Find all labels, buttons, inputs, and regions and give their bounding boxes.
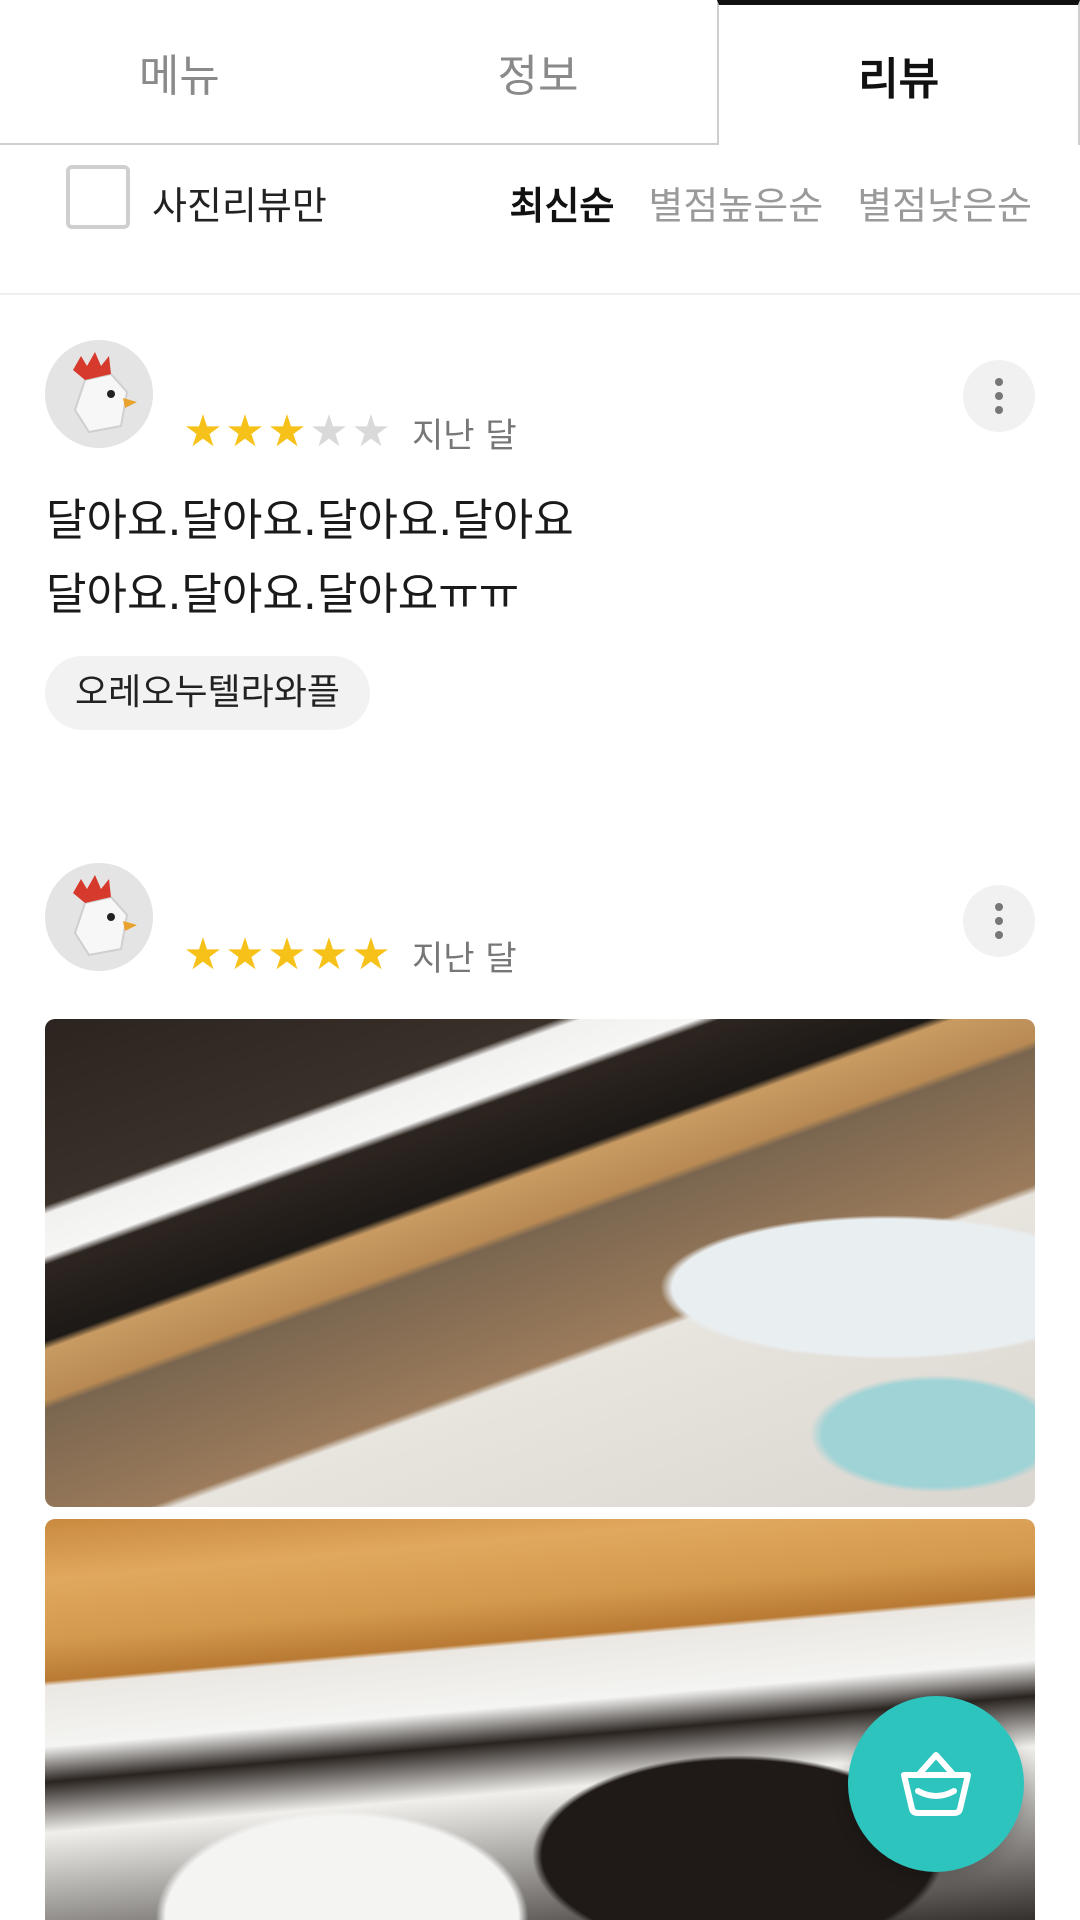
review-date: 지난 달 xyxy=(412,416,517,456)
star-icon: ★ xyxy=(267,929,307,980)
star-icon: ★ xyxy=(267,406,307,457)
star-icon: ★ xyxy=(225,406,265,457)
tab-bar: 메뉴 정보 리뷰 xyxy=(0,0,1080,145)
review-date: 지난 달 xyxy=(412,939,517,979)
more-options-button[interactable] xyxy=(963,885,1035,957)
shopping-basket-icon xyxy=(901,1752,971,1816)
sort-rating-high[interactable]: 별점높은순 xyxy=(648,175,823,230)
sort-latest[interactable]: 최신순 xyxy=(509,175,614,230)
review-text-line: 달아요.달아요.달아요.달아요 xyxy=(46,495,574,546)
star-icon: ★ xyxy=(351,929,391,980)
chicken-avatar-icon xyxy=(45,340,153,448)
photo-review-only-label[interactable]: 사진리뷰만 xyxy=(152,175,327,230)
dot-icon xyxy=(995,931,1003,939)
star-icon: ★ xyxy=(183,929,223,980)
dot-icon xyxy=(995,392,1003,400)
tab-menu[interactable]: 메뉴 xyxy=(0,0,359,145)
review-page: 메뉴 정보 리뷰 사진리뷰만 최신순 별점높은순 별점낮은순 ★ ★ ★ ★ ★… xyxy=(0,0,1080,1920)
dot-icon xyxy=(995,406,1003,414)
star-icon: ★ xyxy=(351,406,391,457)
star-rating: ★ ★ ★ ★ ★ xyxy=(182,410,392,454)
photo-review-only-checkbox[interactable] xyxy=(66,165,130,229)
review-photo[interactable] xyxy=(45,1019,1035,1507)
menu-tag[interactable]: 오레오누텔라와플 xyxy=(45,656,370,730)
star-icon: ★ xyxy=(225,929,265,980)
sort-rating-low[interactable]: 별점낮은순 xyxy=(857,175,1032,230)
review-filter-bar: 사진리뷰만 최신순 별점높은순 별점낮은순 xyxy=(0,145,1080,295)
cart-button[interactable] xyxy=(848,1696,1024,1872)
more-options-button[interactable] xyxy=(963,360,1035,432)
review-item: ★ ★ ★ ★ ★ 지난 달 달아요.달아요.달아요.달아요 달아요.달아요.달… xyxy=(0,340,1080,760)
star-icon: ★ xyxy=(183,406,223,457)
review-text: 달아요.달아요.달아요.달아요 달아요.달아요.달아요ㅠㅠ xyxy=(46,484,946,632)
chicken-avatar-icon xyxy=(45,863,153,971)
dot-icon xyxy=(995,378,1003,386)
star-icon: ★ xyxy=(309,929,349,980)
sort-options: 최신순 별점높은순 별점낮은순 xyxy=(509,175,1032,230)
tab-info[interactable]: 정보 xyxy=(358,0,718,145)
tab-reviews[interactable]: 리뷰 xyxy=(717,0,1080,145)
review-text-line: 달아요.달아요.달아요ㅠㅠ xyxy=(46,569,520,620)
star-icon: ★ xyxy=(309,406,349,457)
star-rating: ★ ★ ★ ★ ★ xyxy=(182,933,392,977)
dot-icon xyxy=(995,903,1003,911)
dot-icon xyxy=(995,917,1003,925)
